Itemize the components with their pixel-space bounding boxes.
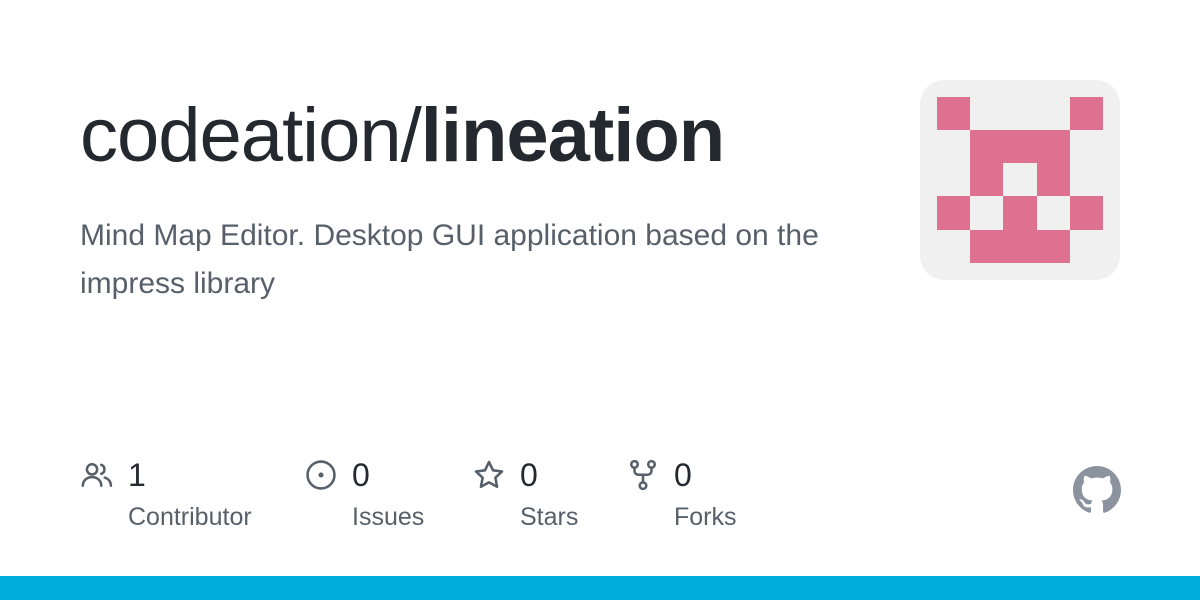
avatar-pixel xyxy=(970,130,1070,163)
avatar-pixel xyxy=(1070,97,1103,130)
issues-count: 0 xyxy=(352,457,370,493)
people-icon xyxy=(81,462,113,487)
language-color-bar xyxy=(0,576,1200,600)
forks-count: 0 xyxy=(674,457,692,493)
contributors-count: 1 xyxy=(128,457,146,493)
stars-label: Stars xyxy=(520,503,579,531)
avatar-pixel xyxy=(1070,196,1103,230)
avatar-pixel xyxy=(970,163,1003,196)
repo-title[interactable]: codeation/lineation xyxy=(80,88,880,184)
stars-count: 0 xyxy=(520,457,538,493)
avatar-pixel xyxy=(1003,196,1037,230)
avatar-pixel xyxy=(970,230,1070,263)
owner-avatar xyxy=(920,80,1120,280)
github-mark-icon xyxy=(1073,466,1121,513)
forks-label: Forks xyxy=(674,503,737,531)
repo-social-card: codeation/lineation Mind Map Editor. Des… xyxy=(0,0,1200,600)
avatar-pixel xyxy=(937,97,970,130)
contributors-label: Contributor xyxy=(128,503,252,531)
issue-opened-icon xyxy=(306,460,336,490)
star-icon xyxy=(474,460,504,489)
repo-description: Mind Map Editor. Desktop GUI application… xyxy=(80,219,819,300)
repo-forked-icon xyxy=(629,459,657,491)
issues-label: Issues xyxy=(352,503,425,531)
avatar-pixel xyxy=(937,196,970,230)
avatar-pixel xyxy=(1037,163,1070,196)
repo-owner: codeation/ xyxy=(80,93,422,178)
repo-name: lineation xyxy=(420,93,725,178)
